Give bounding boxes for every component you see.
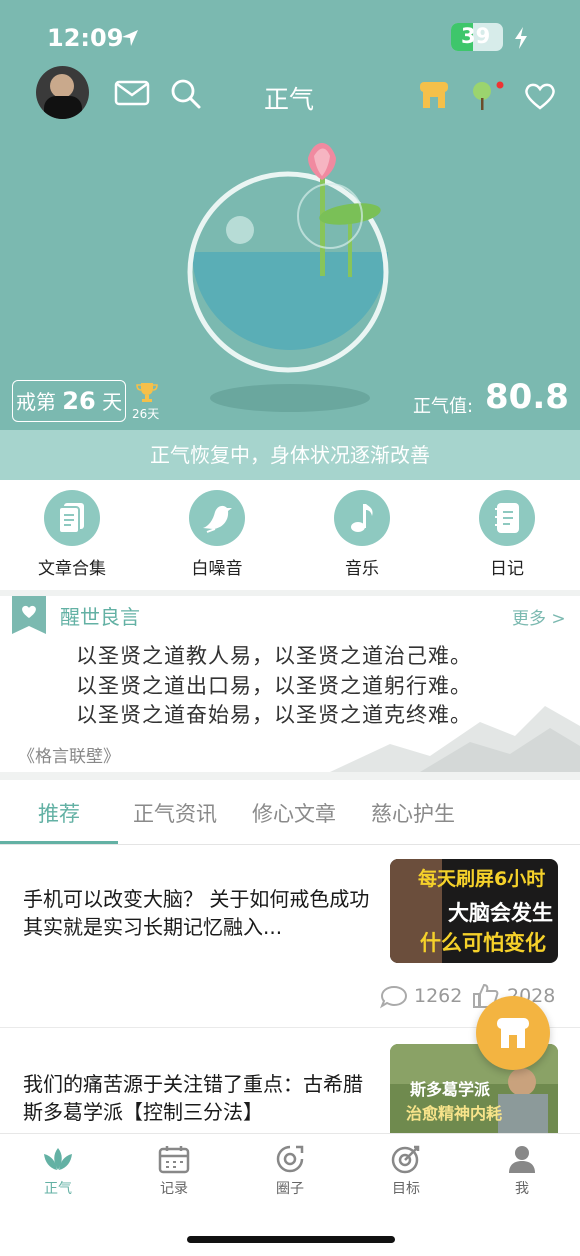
mail-icon[interactable] <box>114 79 150 107</box>
nav-item-goals[interactable]: 目标 <box>366 1144 446 1198</box>
quick-label: 日记 <box>490 559 524 579</box>
status-time: 12:09 <box>47 24 124 52</box>
nav-label: 我 <box>515 1181 529 1197</box>
lotus-icon <box>44 1148 72 1170</box>
search-icon[interactable] <box>170 78 202 110</box>
streak-prefix: 戒第 <box>15 390 56 414</box>
score-label: 正气值: <box>413 396 474 417</box>
streak-days: 26 <box>62 387 96 415</box>
shop-fab[interactable] <box>476 996 550 1070</box>
avatar[interactable] <box>36 66 89 119</box>
quick-item-white-noise[interactable]: 白噪音 <box>157 490 277 579</box>
target-icon <box>391 1145 420 1174</box>
score-value: 80.8 <box>485 377 569 417</box>
more-link[interactable]: 更多 > <box>512 604 566 629</box>
shop-icon[interactable] <box>418 80 450 110</box>
thumb-line: 大脑会发生 <box>448 901 553 925</box>
quick-label: 白噪音 <box>191 559 243 579</box>
bottom-nav: 正气 记录 圈子 目标 我 <box>0 1133 580 1256</box>
quick-actions: 文章合集 白噪音 音乐 日记 <box>0 480 580 590</box>
quick-label: 文章合集 <box>38 559 106 579</box>
comment-icon <box>380 985 408 1009</box>
person-icon <box>509 1146 535 1173</box>
quick-label: 音乐 <box>345 559 379 579</box>
home-indicator <box>187 1236 395 1243</box>
article-title: 我们的痛苦源于关注错了重点：古希腊斯多葛学派【控制三分法】 <box>23 1072 363 1124</box>
quote-line: 以圣贤之道奋始易，以圣贤之道克终难。 <box>76 703 472 727</box>
tab-news[interactable]: 正气资讯 <box>133 798 217 828</box>
tab-indicator <box>0 841 118 844</box>
article-title: 手机可以改变大脑？ 关于如何戒色成功其实就是实习长期记忆融入... <box>23 887 370 939</box>
article-card[interactable]: 手机可以改变大脑？ 关于如何戒色成功其实就是实习长期记忆融入... 每天刷屏6小… <box>0 845 580 1027</box>
location-arrow-icon <box>122 30 138 46</box>
nav-label: 目标 <box>392 1181 420 1197</box>
nav-item-me[interactable]: 我 <box>482 1144 562 1198</box>
quote-card: 醒世良言 更多 > 以圣贤之道教人易，以圣贤之道治己难。 以圣贤之道出口易，以圣… <box>0 596 580 772</box>
bird-icon <box>189 490 245 546</box>
tab-recommend[interactable]: 推荐 <box>38 798 80 828</box>
battery-level: 39 <box>461 24 491 48</box>
nav-item-community[interactable]: 圈子 <box>250 1144 330 1198</box>
nav-label: 记录 <box>160 1181 188 1197</box>
document-icon <box>44 490 100 546</box>
thumb-line: 斯多葛学派 <box>410 1080 491 1099</box>
hero-panel: 12:09 39 正气 戒第 26 天 26天 正气值: 80.8 <box>0 0 580 430</box>
thumb-line: 每天刷屏6小时 <box>418 868 546 890</box>
nav-item-records[interactable]: 记录 <box>134 1144 214 1198</box>
trophy-days: 26天 <box>132 407 160 421</box>
article-feed: 手机可以改变大脑？ 关于如何戒色成功其实就是实习长期记忆融入... 每天刷屏6小… <box>0 845 580 1136</box>
streak-badge: 戒第 26 天 <box>12 380 126 422</box>
trophy-icon <box>136 383 158 402</box>
calendar-icon <box>158 1146 190 1174</box>
quick-item-diary[interactable]: 日记 <box>447 490 567 579</box>
status-banner: 正气恢复中，身体状况逐渐改善 <box>0 430 580 480</box>
thumb-line: 什么可怕变化 <box>420 931 546 955</box>
quote-line: 以圣贤之道出口易，以圣贤之道躬行难。 <box>76 674 472 698</box>
bookmark-heart-icon <box>12 596 46 634</box>
article-thumbnail: 每天刷屏6小时 大脑会发生 什么可怕变化 <box>390 859 558 963</box>
lotus-bowl-illustration <box>187 143 389 412</box>
thumb-line: 治愈精神内耗 <box>406 1104 503 1123</box>
heart-icon[interactable] <box>524 82 556 110</box>
quick-item-articles[interactable]: 文章合集 <box>12 490 132 579</box>
tab-compassion[interactable]: 慈心护生 <box>371 798 455 828</box>
tab-articles[interactable]: 修心文章 <box>252 798 336 828</box>
category-tabs: 推荐 正气资讯 修心文章 慈心护生 <box>0 780 580 845</box>
quote-title: 醒世良言 <box>60 605 140 629</box>
music-note-icon <box>334 490 390 546</box>
charging-icon <box>515 27 527 49</box>
nav-item-home[interactable]: 正气 <box>18 1144 98 1198</box>
quick-item-music[interactable]: 音乐 <box>302 490 422 579</box>
quote-source: 《格言联壁》 <box>18 747 120 767</box>
diary-icon <box>479 490 535 546</box>
nav-label: 正气 <box>44 1181 72 1197</box>
circle-icon <box>276 1145 304 1173</box>
streak-suffix: 天 <box>102 390 123 414</box>
battery: 39 <box>451 23 503 51</box>
comment-count: 1262 <box>414 985 463 1007</box>
tree-icon[interactable] <box>468 80 504 112</box>
nav-label: 圈子 <box>276 1181 304 1197</box>
quote-line: 以圣贤之道教人易，以圣贤之道治己难。 <box>76 644 472 668</box>
shop-icon <box>497 1018 529 1048</box>
page-title: 正气 <box>264 85 315 114</box>
